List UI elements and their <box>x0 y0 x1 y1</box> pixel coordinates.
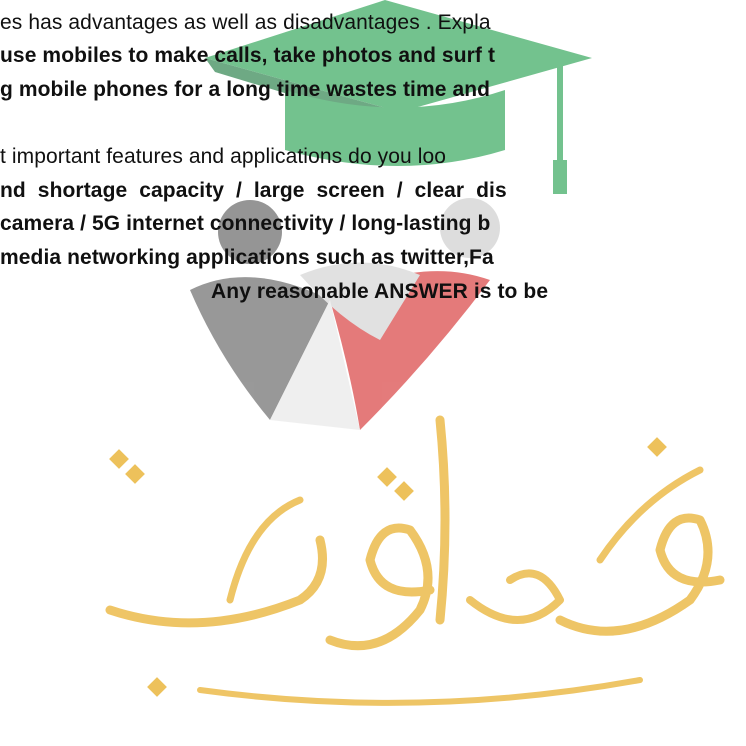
text-line-2: use mobiles to make calls, take photos a… <box>0 44 496 67</box>
document-text: es has advantages as well as disadvantag… <box>0 0 746 746</box>
text-line-1: es has advantages as well as disadvantag… <box>0 11 491 34</box>
text-line-4: t important features and applications do… <box>0 145 447 168</box>
text-line-6: camera / 5G internet connectivity / long… <box>0 212 491 235</box>
text-line-8: Any reasonable ANSWER is to be <box>211 280 549 303</box>
text-line-3: g mobile phones for a long time wastes t… <box>0 78 491 101</box>
text-line-5: nd shortage capacity / large screen / cl… <box>0 179 507 202</box>
text-line-7: media networking applications such as tw… <box>0 246 494 269</box>
document-page: es has advantages as well as disadvantag… <box>0 0 746 746</box>
